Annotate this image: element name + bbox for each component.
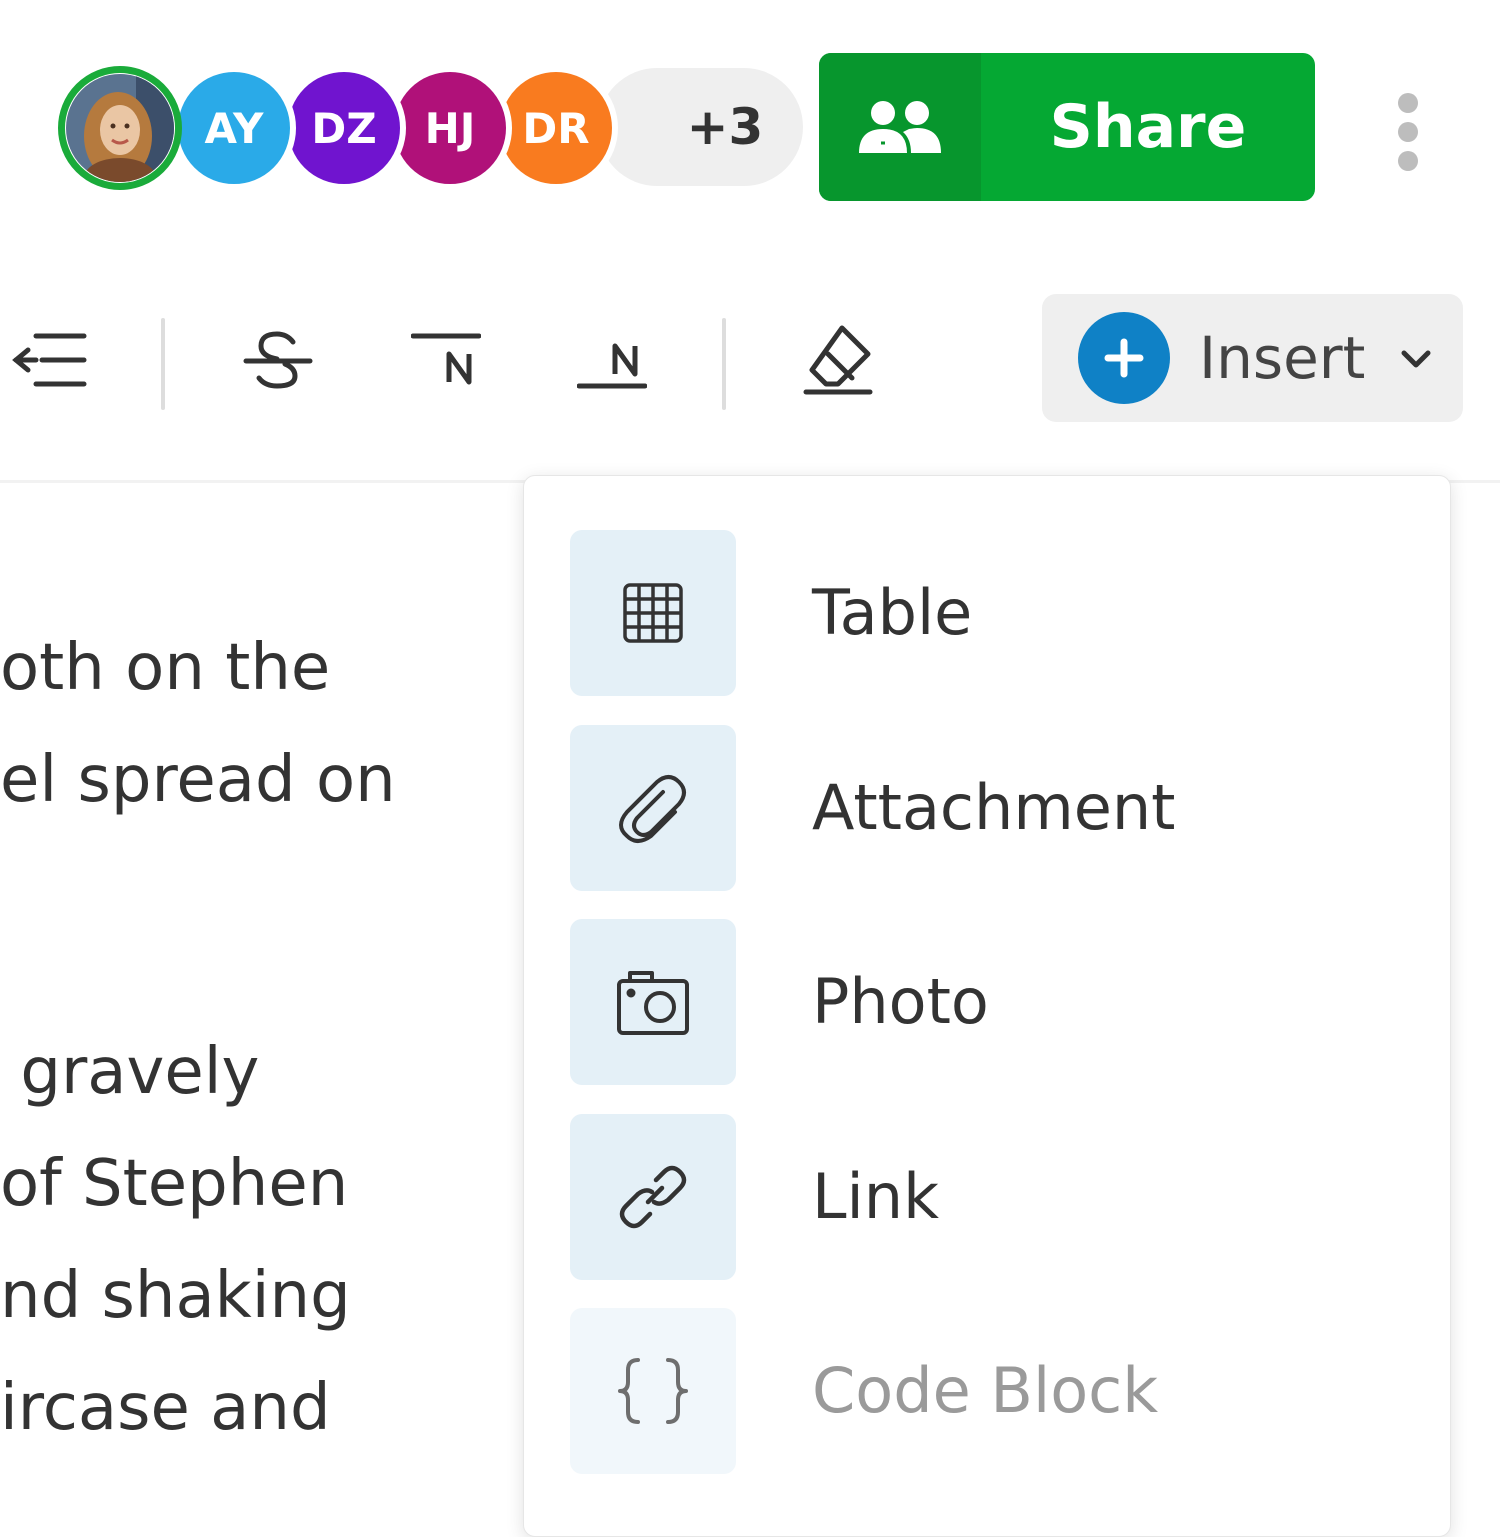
doc-line: gravely [0, 1035, 260, 1109]
menu-item-link[interactable]: Link [570, 1114, 1430, 1280]
user-photo-icon [66, 74, 174, 182]
subscript-button[interactable] [564, 310, 660, 410]
eraser-icon [803, 325, 873, 395]
avatar-photo[interactable] [58, 66, 182, 190]
superscript-button[interactable] [398, 310, 494, 410]
menu-item-photo[interactable]: Photo [570, 919, 1430, 1085]
menu-item-icon-tile [570, 1308, 736, 1474]
clear-formatting-button[interactable] [790, 310, 886, 410]
menu-item-label: Link [812, 1160, 939, 1233]
avatar-dr[interactable]: DR [494, 66, 618, 190]
vertical-ellipsis-icon [1398, 93, 1418, 171]
strikethrough-icon [243, 331, 313, 389]
more-collaborators-count[interactable]: +3 [670, 68, 780, 186]
code-braces-icon [618, 1358, 688, 1424]
paperclip-icon [619, 775, 686, 843]
menu-item-label: Attachment [812, 771, 1176, 844]
doc-line: oth on the [0, 631, 331, 705]
doc-line: of Stephen [0, 1147, 349, 1221]
menu-item-label: Table [812, 576, 973, 649]
menu-item-label: Photo [812, 965, 989, 1038]
more-options-button[interactable] [1380, 90, 1436, 174]
outdent-icon [12, 333, 87, 387]
insert-button[interactable]: Insert [1042, 294, 1463, 422]
plus-circle-icon [1078, 312, 1170, 404]
menu-item-icon-tile [570, 1114, 736, 1280]
subscript-icon [577, 343, 647, 389]
menu-item-icon-tile [570, 530, 736, 696]
outdent-button[interactable] [0, 310, 96, 410]
menu-item-code-block[interactable]: Code Block [570, 1308, 1430, 1474]
menu-item-icon-tile [570, 919, 736, 1085]
avatar-dz[interactable]: DZ [282, 66, 406, 190]
superscript-icon [411, 333, 481, 385]
people-icon [859, 101, 941, 153]
insert-menu: Table Attachment Photo Link Code Block [523, 475, 1451, 1537]
avatar-ay[interactable]: AY [172, 66, 296, 190]
collaborator-avatars[interactable]: +3 DR HJ DZ AY [58, 66, 803, 190]
doc-line: ircase and [0, 1371, 331, 1445]
menu-item-table[interactable]: Table [570, 530, 1430, 696]
avatar-hj[interactable]: HJ [388, 66, 512, 190]
camera-icon [617, 971, 689, 1035]
strikethrough-button[interactable] [230, 310, 326, 410]
share-people-section[interactable] [819, 53, 981, 201]
share-button[interactable]: Share [819, 53, 1315, 201]
document-body[interactable]: oth on the el spread on gravely of Steph… [0, 612, 522, 1500]
menu-item-icon-tile [570, 725, 736, 891]
doc-line: el spread on [0, 743, 396, 817]
table-icon [623, 583, 683, 643]
share-label: Share [1049, 92, 1247, 162]
doc-line: nd shaking [0, 1259, 351, 1333]
toolbar-separator [161, 318, 165, 410]
link-icon [619, 1165, 687, 1229]
insert-label: Insert [1199, 324, 1366, 392]
menu-item-attachment[interactable]: Attachment [570, 725, 1430, 891]
menu-item-label: Code Block [812, 1354, 1159, 1427]
chevron-down-icon [1401, 350, 1431, 368]
formatting-toolbar: Insert [0, 290, 1500, 430]
toolbar-separator [722, 318, 726, 410]
